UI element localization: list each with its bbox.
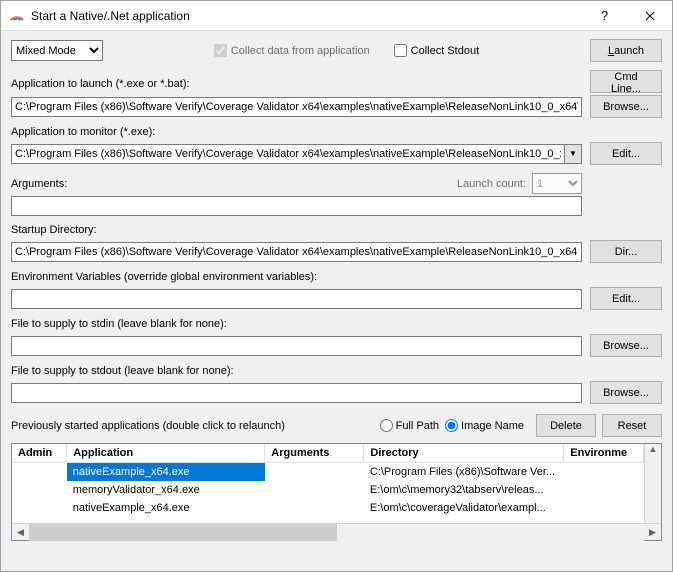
help-button[interactable]: ? [582, 1, 627, 30]
stdin-input[interactable] [11, 336, 582, 356]
collect-stdout-checkbox[interactable]: Collect Stdout [394, 44, 479, 57]
arguments-label: Arguments: [11, 178, 457, 190]
browse-stdin-button[interactable]: Browse... [590, 334, 662, 357]
scroll-right-icon[interactable]: ▶ [644, 524, 661, 541]
stdin-label: File to supply to stdin (leave blank for… [11, 318, 662, 330]
col-directory[interactable]: Directory [364, 444, 564, 463]
titlebar: Start a Native/.Net application ? [1, 1, 672, 31]
table-row[interactable]: memoryValidator_x64.exeE:\om\c\memory32\… [12, 481, 644, 499]
image-name-radio[interactable]: Image Name [445, 419, 524, 432]
arguments-input[interactable] [11, 196, 582, 216]
browse-app-launch-button[interactable]: Browse... [590, 95, 662, 118]
app-monitor-label: Application to monitor (*.exe): [11, 126, 662, 138]
col-arguments[interactable]: Arguments [265, 444, 364, 463]
col-application[interactable]: Application [67, 444, 265, 463]
delete-button[interactable]: Delete [536, 414, 596, 437]
collect-data-checkbox: Collect data from application [214, 44, 370, 57]
prev-started-label: Previously started applications (double … [11, 420, 285, 432]
col-environment[interactable]: Environme [564, 444, 644, 463]
browse-stdout-button[interactable]: Browse... [590, 381, 662, 404]
mode-select[interactable]: Mixed Mode [11, 40, 103, 61]
close-button[interactable] [627, 1, 672, 30]
startup-dir-input[interactable] [11, 242, 582, 262]
launch-count-select: 1 [532, 173, 582, 194]
app-monitor-input[interactable] [11, 144, 565, 164]
dir-button[interactable]: Dir... [590, 240, 662, 263]
scroll-left-icon[interactable]: ◀ [12, 524, 29, 541]
table-row[interactable]: nativeExample_x64.exeC:\Program Files (x… [12, 463, 644, 482]
app-launch-label: Application to launch (*.exe or *.bat): [11, 78, 582, 90]
app-launch-input[interactable] [11, 97, 582, 117]
env-vars-input[interactable] [11, 289, 582, 309]
prev-apps-table[interactable]: Admin Application Arguments Directory En… [11, 443, 662, 541]
col-admin[interactable]: Admin [12, 444, 67, 463]
edit-env-button[interactable]: Edit... [590, 287, 662, 310]
launch-count-label: Launch count: [457, 178, 526, 190]
reset-button[interactable]: Reset [602, 414, 662, 437]
table-row[interactable]: nativeExample_x64.exeE:\om\c\coverageVal… [12, 499, 644, 517]
app-monitor-dropdown[interactable]: ▼ [565, 144, 582, 164]
env-vars-label: Environment Variables (override global e… [11, 271, 662, 283]
full-path-radio[interactable]: Full Path [380, 419, 439, 432]
horizontal-scrollbar[interactable]: ◀ ▶ [12, 523, 661, 540]
startup-dir-label: Startup Directory: [11, 224, 662, 236]
scroll-up-icon[interactable]: ▲ [645, 444, 662, 454]
app-icon [9, 8, 25, 24]
stdout-label: File to supply to stdout (leave blank fo… [11, 365, 662, 377]
edit-monitor-button[interactable]: Edit... [590, 142, 662, 165]
cmd-line-button[interactable]: Cmd Line... [590, 70, 662, 93]
launch-button[interactable]: Launch [590, 39, 662, 62]
window-title: Start a Native/.Net application [31, 9, 582, 23]
stdout-input[interactable] [11, 383, 582, 403]
